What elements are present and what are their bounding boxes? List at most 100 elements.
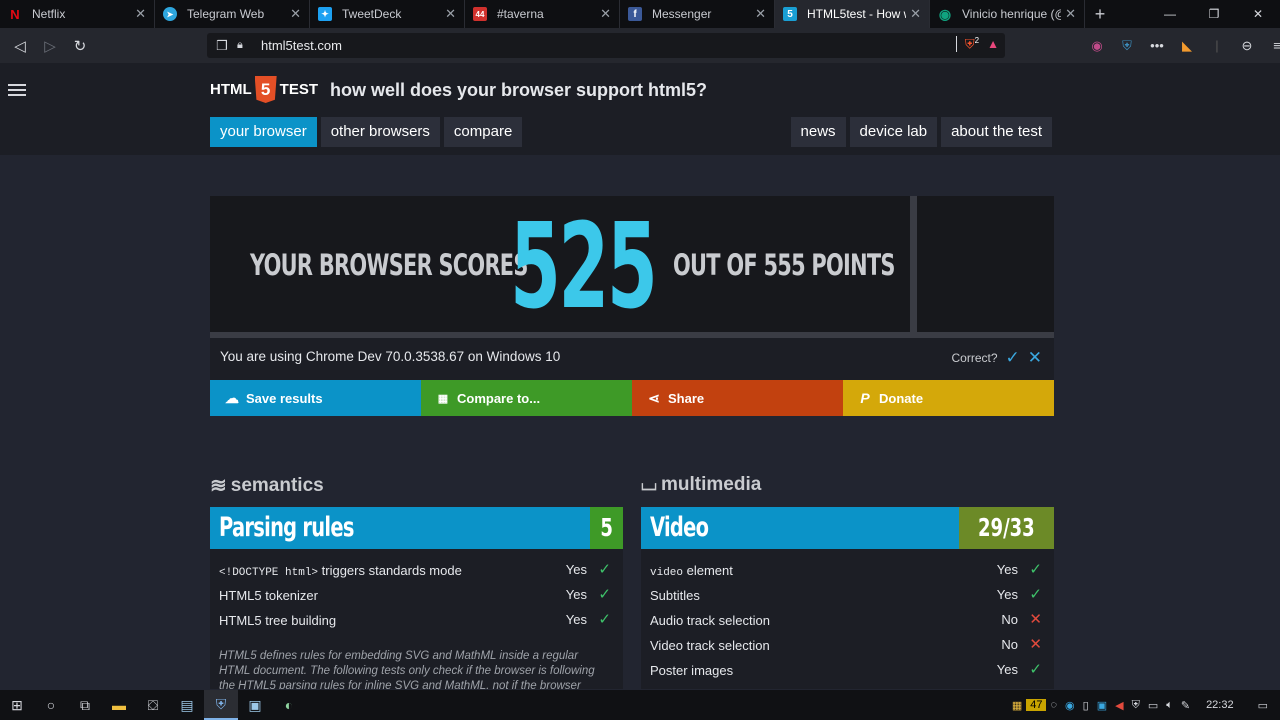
category-score: 5: [589, 507, 623, 549]
remote-desktop-icon[interactable]: ▣: [238, 690, 272, 720]
save-results-button[interactable]: ☁ Save results: [210, 380, 421, 416]
tray-app-icon[interactable]: ◉: [1061, 699, 1079, 712]
tab-vinicio[interactable]: ◉ Vinicio henrique (@ ✕: [930, 0, 1085, 28]
action-bar: ☁ Save results ▦ Compare to... ⋖ Share P…: [210, 380, 1054, 416]
app-icon[interactable]: ◐: [272, 690, 306, 720]
check-icon: ✓: [598, 611, 611, 628]
tray-app-icon[interactable]: ▦: [1008, 699, 1026, 712]
menu-icon[interactable]: ≡: [1262, 38, 1280, 53]
score-value: 525: [510, 197, 658, 335]
main-nav: your browser other browsers compare: [210, 117, 523, 147]
compare-to-button[interactable]: ▦ Compare to...: [421, 380, 632, 416]
section-title-multimedia: ⌴ multimedia: [641, 473, 761, 496]
tray-app-icon[interactable]: ▣: [1093, 699, 1111, 712]
close-icon[interactable]: ✕: [910, 6, 921, 22]
close-icon[interactable]: ✕: [445, 6, 456, 22]
section-title-text: multimedia: [661, 473, 762, 495]
result-value: No: [1001, 637, 1018, 652]
tab-netflix[interactable]: N Netflix ✕: [0, 0, 155, 28]
account-icon[interactable]: ⊖: [1232, 38, 1262, 54]
share-button[interactable]: ⋖ Share: [632, 380, 843, 416]
category-video[interactable]: Video 29/33: [641, 507, 1054, 549]
store-icon[interactable]: ⛋: [136, 690, 170, 720]
minimize-icon[interactable]: —: [1148, 0, 1192, 28]
netflix-icon: N: [10, 6, 20, 22]
file-explorer-icon[interactable]: ▬: [102, 690, 136, 720]
donate-button[interactable]: P Donate: [843, 380, 1054, 416]
notes-icon[interactable]: ▤: [170, 690, 204, 720]
extension-dots-icon[interactable]: •••: [1142, 38, 1172, 53]
result-row: HTML5 tree building Yes ✓: [210, 609, 623, 634]
tray-badge[interactable]: 47: [1026, 699, 1047, 711]
brave-browser-icon[interactable]: ⛨: [204, 690, 238, 720]
profile-icon: ◉: [938, 5, 952, 22]
forward-button[interactable]: ▷: [35, 31, 65, 61]
reject-x-icon[interactable]: ✕: [1028, 348, 1042, 368]
extension-fox-icon[interactable]: ◣: [1172, 38, 1202, 54]
result-label: Subtitles: [650, 588, 700, 603]
category-name: Video: [641, 507, 960, 549]
tab-tweetdeck[interactable]: ✦ TweetDeck ✕: [310, 0, 465, 28]
windows-start-icon[interactable]: ⊞: [0, 690, 34, 720]
nav-your-browser[interactable]: your browser: [210, 117, 317, 147]
nav-about[interactable]: about the test: [941, 117, 1052, 147]
nav-device-lab[interactable]: device lab: [849, 117, 938, 147]
close-icon[interactable]: ✕: [1065, 6, 1076, 22]
reload-button[interactable]: ↻: [65, 31, 95, 61]
category-parsing-rules[interactable]: Parsing rules 5: [210, 507, 623, 549]
hamburger-menu-icon[interactable]: [8, 81, 26, 99]
share-icon: ⋖: [648, 389, 660, 406]
extension-icon[interactable]: ◉: [1082, 38, 1112, 54]
task-view-icon[interactable]: ⧉: [68, 690, 102, 720]
confirm-check-icon[interactable]: ✓: [1006, 348, 1020, 368]
volume-icon[interactable]: 🔈︎: [1162, 699, 1177, 712]
search-icon[interactable]: ○: [34, 690, 68, 720]
close-icon[interactable]: ✕: [135, 6, 146, 22]
nav-compare[interactable]: compare: [443, 117, 523, 147]
close-icon[interactable]: ✕: [290, 6, 301, 22]
score-suffix: OUT OF 555 POINTS: [673, 248, 895, 282]
brave-shield-icon[interactable]: ⛨2: [965, 36, 979, 52]
close-window-icon[interactable]: ✕: [1236, 0, 1280, 28]
section-description: HTML5 defines rules for embedding SVG an…: [219, 650, 595, 689]
result-code: <!DOCTYPE html>: [219, 567, 319, 579]
windows-taskbar: ⊞ ○ ⧉ ▬ ⛋ ▤ ⛨ ▣ ◐ ▦ 47 ◌ ◉ ▯ ▣ ◀ ⛨ ▭ 🔈︎ …: [0, 690, 1280, 720]
brave-rewards-icon[interactable]: ▲: [987, 37, 999, 51]
site-logo[interactable]: HTML 5 TEST: [210, 76, 318, 103]
paypal-icon: P: [860, 390, 870, 406]
tray-app-icon[interactable]: ◌: [1046, 699, 1061, 711]
restore-icon[interactable]: ❐: [1192, 0, 1236, 28]
lock-icon[interactable]: 🔒︎: [237, 39, 253, 52]
category-score-text: 29/33: [978, 513, 1035, 542]
tab-taverna[interactable]: 44 #taverna ✕: [465, 0, 620, 28]
bitwarden-icon[interactable]: ⛨: [1112, 38, 1142, 54]
result-row: <!DOCTYPE html> triggers standards mode …: [210, 559, 623, 584]
url-text[interactable]: html5test.com: [261, 38, 342, 53]
back-button[interactable]: ◁: [5, 31, 35, 61]
close-icon[interactable]: ✕: [755, 6, 766, 22]
film-icon: ⌴: [641, 473, 657, 495]
tray-app-icon[interactable]: ⛨: [1128, 699, 1144, 712]
browser-info-text: You are using Chrome Dev 70.0.3538.67 on…: [220, 349, 561, 364]
cross-icon: ✕: [1029, 636, 1042, 653]
tab-messenger[interactable]: f Messenger ✕: [620, 0, 775, 28]
notifications-icon[interactable]: ▭: [1246, 699, 1280, 712]
new-tab-button[interactable]: +: [1085, 0, 1115, 28]
address-bar[interactable]: ❒ 🔒︎ html5test.com ⛨2 ▲: [207, 33, 1005, 58]
site-header: HTML 5 TEST how well does your browser s…: [0, 63, 1280, 155]
calendar-icon: 44: [473, 7, 487, 21]
pen-icon[interactable]: ✎: [1177, 699, 1194, 712]
nav-news[interactable]: news: [790, 117, 846, 147]
result-value: Yes: [565, 587, 587, 602]
close-icon[interactable]: ✕: [600, 6, 611, 22]
check-icon: ✓: [1029, 586, 1042, 603]
tab-html5test[interactable]: 5 HTML5test - How w ✕: [775, 0, 930, 28]
nav-other-browsers[interactable]: other browsers: [320, 117, 440, 147]
clock[interactable]: 22:32: [1194, 699, 1246, 711]
display-icon[interactable]: ▭: [1144, 699, 1162, 712]
tray-app-icon[interactable]: ◀: [1111, 699, 1127, 712]
battery-icon[interactable]: ▯: [1079, 699, 1093, 712]
tab-telegram[interactable]: ➤ Telegram Web ✕: [155, 0, 310, 28]
bookmark-icon[interactable]: ❒: [207, 38, 237, 54]
html5test-icon: 5: [783, 7, 797, 21]
